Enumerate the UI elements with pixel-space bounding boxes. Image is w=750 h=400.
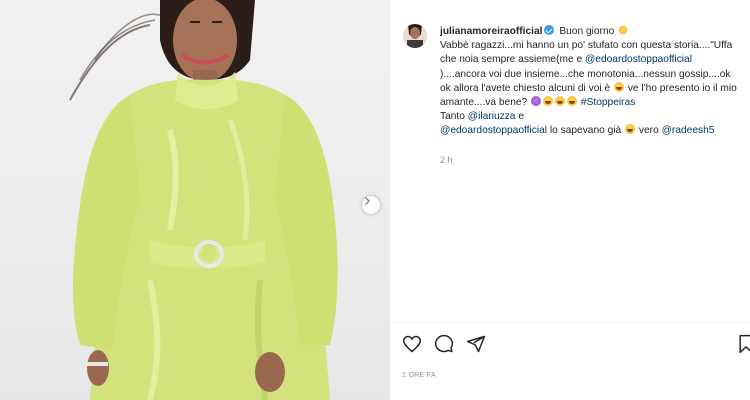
paper-plane-icon[interactable] — [466, 334, 486, 354]
laugh-emoji-icon — [543, 96, 554, 107]
chevron-right-icon[interactable] — [361, 195, 381, 215]
laugh-emoji-icon — [567, 96, 578, 107]
hashtag-link[interactable]: #Stoppeiras — [581, 97, 635, 108]
sun-emoji-icon — [618, 25, 629, 35]
avatar[interactable] — [403, 24, 427, 48]
post-date[interactable]: 2 ORE FA — [402, 372, 436, 379]
relative-time[interactable]: 2 h — [440, 153, 740, 167]
caption-vero: vero — [638, 125, 659, 137]
caption-text-4: lo sapevano già — [549, 125, 622, 137]
mention-link[interactable]: @ilariuzza — [468, 111, 516, 122]
comment-icon[interactable] — [434, 334, 454, 354]
heart-icon[interactable] — [402, 334, 422, 354]
action-icons — [402, 334, 486, 354]
laugh-emoji-icon — [555, 96, 566, 107]
username-link[interactable]: julianamoreiraofficial — [440, 26, 542, 37]
caption-tanto: Tanto — [440, 111, 465, 123]
laugh-emoji-icon — [625, 124, 636, 135]
purple-emoji-icon — [531, 96, 542, 107]
verified-badge-icon — [544, 25, 555, 35]
caption-greeting: Buon giorno — [559, 26, 615, 37]
post-actions-bar: 2 ORE FA — [390, 322, 750, 400]
post-image — [69, 0, 338, 400]
post-photo[interactable] — [0, 0, 389, 400]
post-details-panel: julianamoreiraofficial Buon giorno Vabbè… — [389, 0, 750, 400]
mention-link[interactable]: @edoardostoppaofficial — [440, 125, 547, 136]
bookmark-icon[interactable] — [736, 334, 750, 354]
mention-link[interactable]: @radeesh5 — [662, 125, 715, 136]
smile-emoji-icon — [613, 81, 624, 92]
caption-and: e — [518, 111, 524, 123]
mention-link[interactable]: @edoardostoppaofficial — [585, 54, 692, 65]
post-caption: julianamoreiraofficial Buon giorno Vabbè… — [440, 25, 740, 167]
